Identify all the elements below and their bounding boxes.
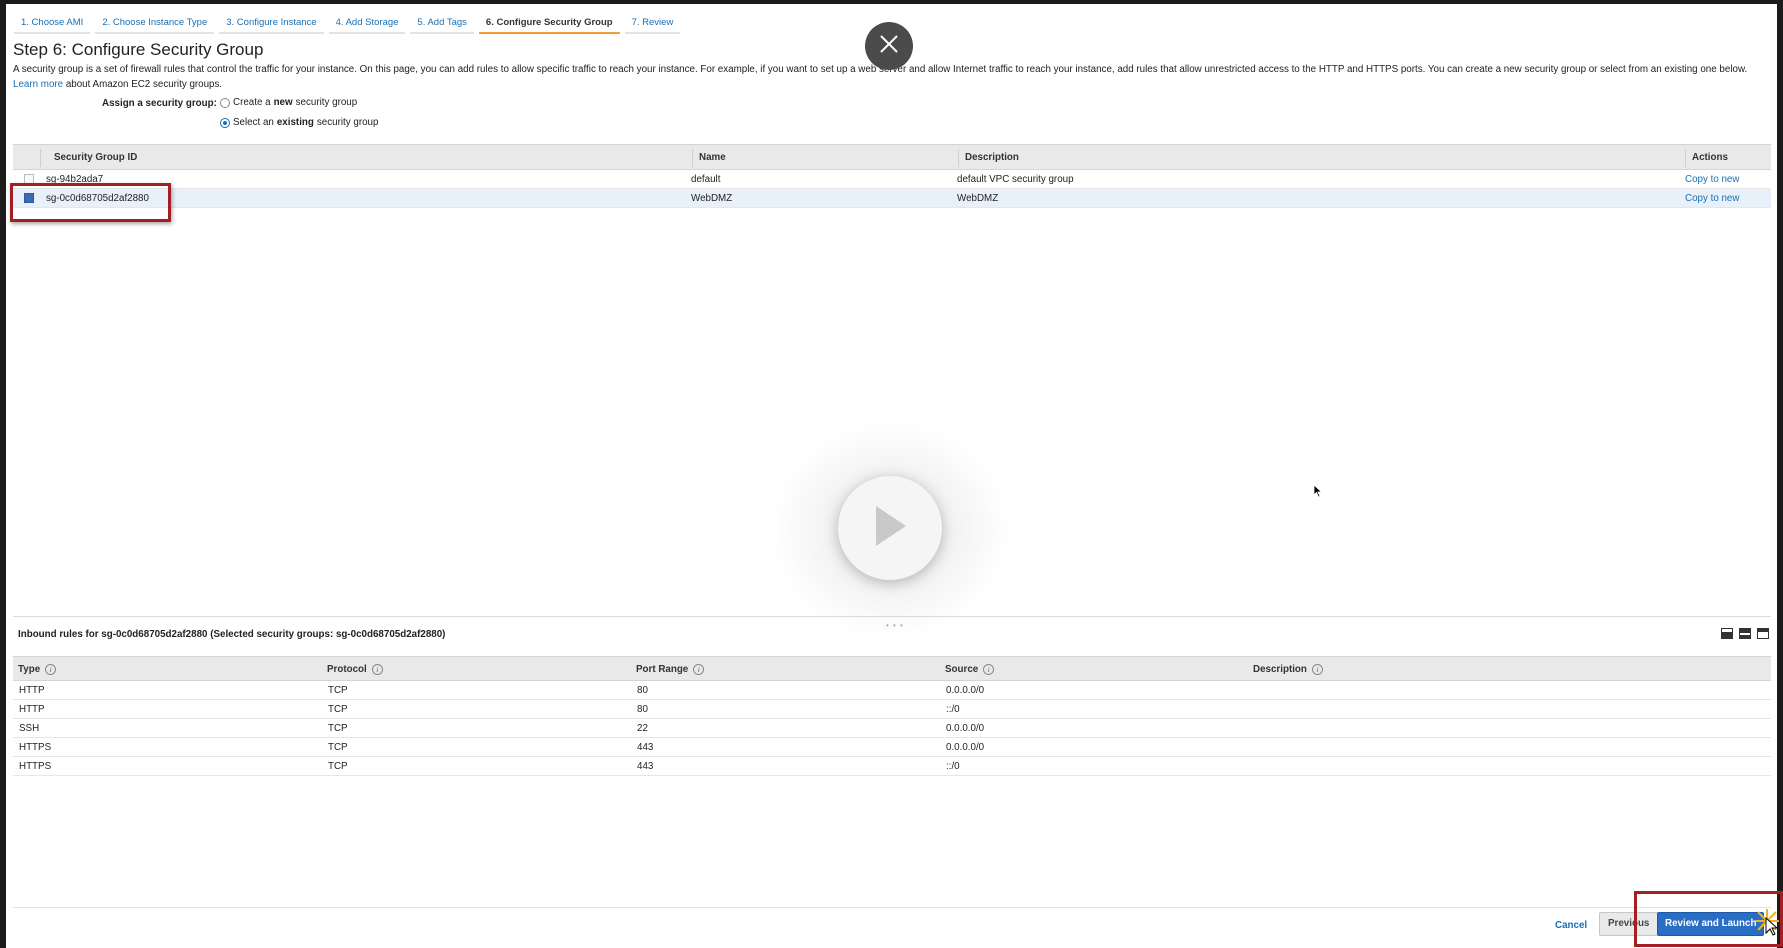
radio-select-existing[interactable]: Select an existing security group [220, 117, 378, 128]
radio-select-existing-button[interactable] [220, 117, 230, 128]
row-checkbox[interactable] [24, 174, 34, 184]
rule-source: ::/0 [946, 761, 960, 772]
radio-create-new-prefix: Create a [233, 97, 271, 108]
rule-source: 0.0.0.0/0 [946, 723, 985, 734]
in-col-description: Description i [1253, 664, 1323, 675]
rule-protocol: TCP [328, 761, 348, 772]
page-title: Step 6: Configure Security Group [13, 40, 264, 59]
panel-view-toggles [1721, 628, 1769, 639]
assign-label: Assign a security group: [102, 98, 217, 109]
sg-name: default [691, 174, 721, 185]
copy-to-new-link[interactable]: Copy to new [1685, 174, 1739, 185]
info-icon[interactable]: i [1311, 664, 1323, 675]
radio-create-new-suffix: security group [295, 97, 358, 108]
table-row: HTTP TCP 80 ::/0 [13, 700, 1771, 719]
rule-type: HTTPS [19, 761, 52, 772]
rule-port-range: 22 [637, 723, 648, 734]
tab-configure-instance[interactable]: 3. Configure Instance [219, 12, 324, 34]
info-icon[interactable]: i [983, 664, 995, 675]
in-col-protocol-label: Protocol [327, 664, 367, 675]
row-checkbox[interactable] [24, 193, 34, 203]
info-icon[interactable]: i [45, 664, 57, 675]
sg-description: WebDMZ [957, 193, 999, 204]
rule-protocol: TCP [328, 685, 348, 696]
table-row: HTTPS TCP 443 ::/0 [13, 757, 1771, 776]
cancel-button[interactable]: Cancel [1555, 920, 1587, 931]
previous-button[interactable]: Previous [1599, 912, 1659, 936]
radio-select-existing-bold: existing [276, 117, 314, 128]
in-col-type: Type i [18, 664, 57, 675]
table-row: SSH TCP 22 0.0.0.0/0 [13, 719, 1771, 738]
security-group-table: Security Group ID Name Description Actio… [13, 144, 1771, 208]
rule-port-range: 443 [637, 761, 654, 772]
tab-add-tags[interactable]: 5. Add Tags [410, 12, 474, 34]
sg-id: sg-0c0d68705d2af2880 [46, 193, 149, 204]
rule-type: SSH [19, 723, 40, 734]
close-icon [878, 33, 900, 60]
rule-protocol: TCP [328, 704, 348, 715]
learn-more-suffix: about Amazon EC2 security groups. [63, 79, 223, 90]
tab-add-storage[interactable]: 4. Add Storage [328, 12, 406, 34]
panel-minimize-icon[interactable] [1757, 628, 1769, 639]
rule-protocol: TCP [328, 723, 348, 734]
in-col-source: Source i [945, 664, 995, 675]
radio-select-existing-prefix: Select an [233, 117, 274, 128]
in-col-port-range: Port Range i [636, 664, 705, 675]
rule-port-range: 80 [637, 685, 648, 696]
radio-create-new[interactable]: Create a new security group [220, 97, 357, 108]
in-col-type-label: Type [18, 664, 41, 675]
table-row: HTTP TCP 80 0.0.0.0/0 [13, 681, 1771, 700]
play-icon [870, 502, 910, 555]
sg-description: default VPC security group [957, 174, 1074, 185]
info-icon[interactable]: i [371, 664, 383, 675]
table-row: HTTPS TCP 443 0.0.0.0/0 [13, 738, 1771, 757]
info-icon[interactable]: i [693, 664, 705, 675]
panel-maximize-icon[interactable] [1721, 628, 1733, 639]
inbound-table-header: Type i Protocol i Port Range i Source i Desc… [13, 656, 1771, 681]
sg-id: sg-94b2ada7 [46, 174, 104, 185]
in-col-description-label: Description [1253, 664, 1307, 675]
rule-type: HTTP [19, 685, 45, 696]
rule-source: 0.0.0.0/0 [946, 685, 985, 696]
rule-type: HTTPS [19, 742, 52, 753]
in-col-port-range-label: Port Range [636, 664, 689, 675]
sg-name: WebDMZ [691, 193, 733, 204]
sg-col-id: Security Group ID [54, 152, 138, 163]
panel-split-icon[interactable] [1739, 628, 1751, 639]
close-video-button[interactable] [865, 22, 913, 70]
play-video-button[interactable] [838, 476, 942, 580]
copy-to-new-link[interactable]: Copy to new [1685, 193, 1739, 204]
radio-create-new-button[interactable] [220, 97, 230, 108]
mouse-cursor-icon [1313, 484, 1323, 503]
rule-source: 0.0.0.0/0 [946, 742, 985, 753]
in-col-protocol: Protocol i [327, 664, 383, 675]
radio-create-new-bold: new [273, 97, 293, 108]
rule-port-range: 80 [637, 704, 648, 715]
table-row[interactable]: sg-94b2ada7 default default VPC security… [13, 170, 1771, 189]
inbound-rules-table: Type i Protocol i Port Range i Source i Desc… [13, 656, 1771, 776]
table-row[interactable]: sg-0c0d68705d2af2880 WebDMZ WebDMZ Copy … [13, 189, 1771, 208]
sg-col-actions: Actions [1692, 152, 1728, 163]
tab-configure-security-group[interactable]: 6. Configure Security Group [478, 12, 620, 34]
rule-source: ::/0 [946, 704, 960, 715]
in-col-source-label: Source [945, 664, 979, 675]
inbound-rules-title: Inbound rules for sg-0c0d68705d2af2880 (… [18, 629, 446, 640]
learn-more-link[interactable]: Learn more [13, 79, 63, 90]
footer-divider [13, 907, 1771, 908]
sg-col-name: Name [699, 152, 726, 163]
tab-choose-instance-type[interactable]: 2. Choose Instance Type [95, 12, 215, 34]
tab-review[interactable]: 7. Review [624, 12, 681, 34]
tab-choose-ami[interactable]: 1. Choose AMI [14, 12, 91, 34]
wizard-steps: 1. Choose AMI 2. Choose Instance Type 3.… [14, 12, 685, 34]
click-sparkle-icon [1752, 906, 1782, 941]
sg-col-description: Description [965, 152, 1019, 163]
review-and-launch-button[interactable]: Review and Launch [1657, 912, 1765, 936]
sg-table-header: Security Group ID Name Description Actio… [13, 144, 1771, 170]
rule-port-range: 443 [637, 742, 654, 753]
radio-select-existing-suffix: security group [316, 117, 379, 128]
rule-protocol: TCP [328, 742, 348, 753]
rule-type: HTTP [19, 704, 45, 715]
